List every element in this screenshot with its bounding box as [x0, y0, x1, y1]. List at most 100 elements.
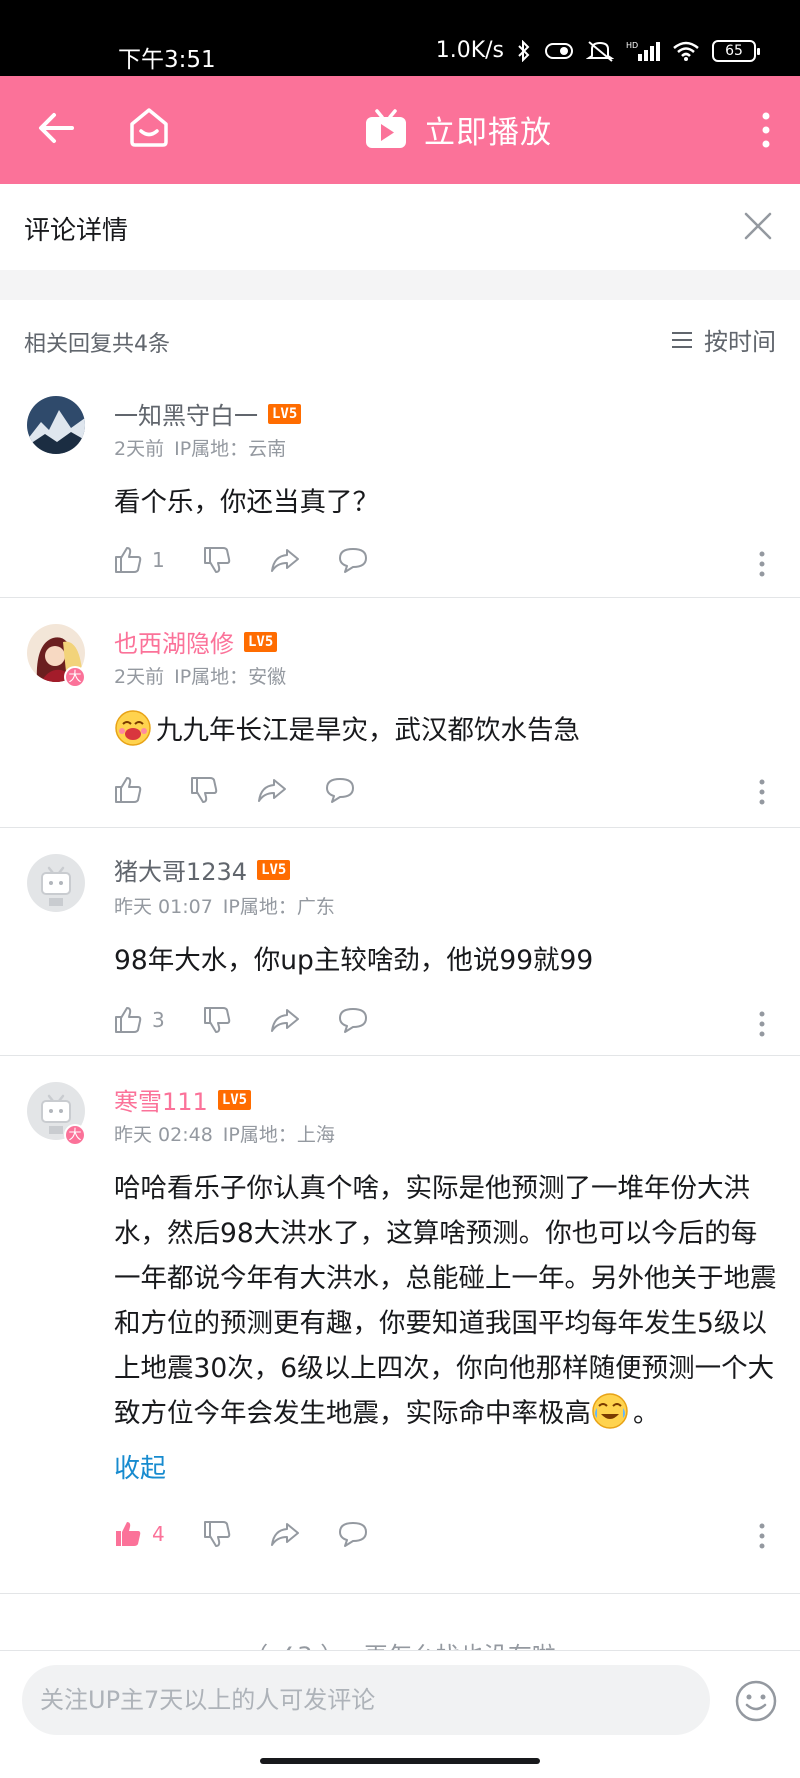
more-vertical-icon[interactable]	[758, 1522, 766, 1550]
more-vertical-icon[interactable]	[758, 550, 766, 578]
reply-button[interactable]	[337, 1518, 369, 1550]
like-count: 1	[152, 548, 165, 572]
comment-text-end: 。	[633, 1398, 660, 1429]
reply-button[interactable]	[337, 544, 369, 576]
divider-band	[0, 270, 800, 300]
share-button[interactable]	[269, 1518, 301, 1550]
comment-text: 98年大水，你up主较啥劲，他说99就99	[114, 945, 594, 976]
annual-vip-badge: 大	[64, 1124, 86, 1146]
nfc-icon	[545, 42, 573, 59]
svg-text:HD: HD	[626, 41, 638, 50]
level-badge: LV5	[244, 631, 278, 652]
home-icon[interactable]	[126, 104, 172, 150]
reply-button[interactable]	[324, 774, 356, 806]
username-text: 猪大哥1234	[114, 858, 248, 886]
sort-label: 按时间	[704, 328, 776, 356]
dislike-button[interactable]	[201, 544, 233, 576]
thumbs-down-icon	[203, 1521, 230, 1547]
dislike-button[interactable]	[201, 1518, 233, 1550]
level-badge: LV5	[257, 859, 291, 880]
username-text: 也西湖隐修	[114, 630, 234, 658]
emoji-picker-icon[interactable]	[734, 1679, 778, 1723]
username[interactable]: 一知黑守白一 LV5	[114, 396, 302, 431]
thumbs-down-icon	[203, 547, 230, 573]
comment-meta: 昨天 01:07 IP属地：广东	[114, 892, 335, 919]
signal-icon: HD	[626, 41, 660, 61]
comment-text: 哈哈看乐子你认真个啥，实际是他预测了一堆年份大洪水，然后98大洪水了，这算啥预测…	[114, 1173, 777, 1429]
avatar[interactable]	[27, 396, 85, 454]
comment-text-block: 哈哈看乐子你认真个啥，实际是他预测了一堆年份大洪水，然后98大洪水了，这算啥预测…	[114, 1166, 780, 1436]
like-count: 4	[152, 1522, 165, 1546]
comment-detail-bar: 评论详情	[0, 184, 800, 270]
thumbs-up-icon	[115, 777, 142, 803]
comment-item: 一知黑守白一 LV5 2天前 IP属地：云南 看个乐，你还当真了？ 1	[0, 374, 800, 598]
comment-bubble-icon	[338, 548, 367, 573]
avatar[interactable]	[27, 854, 85, 912]
comment-item: 大 也西湖隐修 LV5 2天前 IP属地：安徽 九九年长江是旱灾，武汉都饮水告急	[0, 598, 800, 828]
thumbs-down-icon	[203, 1007, 230, 1033]
username-text: 寒雪111	[114, 1088, 208, 1116]
back-arrow-icon[interactable]	[34, 106, 78, 150]
thumbs-up-icon	[115, 547, 142, 573]
collapse-link[interactable]: 收起	[114, 1448, 166, 1485]
share-icon	[270, 1523, 299, 1546]
ip-location: IP属地：广东	[222, 896, 335, 918]
home-indicator[interactable]	[260, 1758, 540, 1764]
play-now-button[interactable]: 立即播放	[364, 104, 552, 154]
comment-bubble-icon	[326, 778, 354, 803]
comment-time: 昨天 01:07	[114, 896, 213, 918]
share-button[interactable]	[256, 774, 288, 806]
comment-input[interactable]	[22, 1665, 710, 1735]
thumbs-up-icon	[115, 1007, 142, 1033]
tv-play-icon	[366, 109, 406, 148]
wifi-icon	[673, 41, 699, 61]
more-vertical-icon[interactable]	[758, 778, 766, 806]
battery-icon: 65	[712, 39, 760, 62]
comment-meta: 昨天 02:48 IP属地：上海	[114, 1120, 335, 1147]
ip-location: IP属地：安徽	[174, 666, 287, 688]
comment-bubble-icon	[338, 1522, 367, 1547]
like-button[interactable]: 1	[112, 544, 165, 576]
comment-text-line: 九九年长江是旱灾，武汉都饮水告急	[114, 708, 780, 753]
comment-meta: 2天前 IP属地：安徽	[114, 662, 286, 689]
comment-actions	[112, 774, 392, 806]
dislike-button[interactable]	[188, 774, 220, 806]
dislike-button[interactable]	[201, 1004, 233, 1036]
share-icon	[270, 1009, 299, 1032]
like-button[interactable]: 3	[112, 1004, 165, 1036]
comment-time: 2天前	[114, 438, 165, 460]
list-icon	[672, 331, 692, 348]
username[interactable]: 寒雪111 LV5	[114, 1082, 252, 1117]
comment-actions: 3	[112, 1004, 405, 1036]
like-button[interactable]: 4	[112, 1518, 165, 1550]
share-button[interactable]	[269, 1004, 301, 1036]
like-count: 3	[152, 1008, 165, 1032]
ip-location: IP属地：云南	[174, 438, 287, 460]
close-icon[interactable]	[740, 208, 776, 244]
sort-by-time-button[interactable]: 按时间	[670, 322, 776, 357]
username[interactable]: 也西湖隐修 LV5	[114, 624, 278, 659]
mute-icon	[586, 40, 614, 62]
more-vertical-icon[interactable]	[758, 1010, 766, 1038]
drooling-emoji-icon	[115, 710, 151, 746]
comment-time: 昨天 02:48	[114, 1124, 213, 1146]
status-icons: 1.0K/s HD 65	[435, 38, 760, 63]
username-text: 一知黑守白一	[114, 402, 258, 430]
reply-button[interactable]	[337, 1004, 369, 1036]
reply-count: 相关回复共4条	[24, 332, 170, 357]
end-of-list-text: （ ∠3 ）_ 再怎么找也没有啦	[0, 1630, 800, 1652]
thumbs-down-icon	[191, 777, 218, 803]
comment-time: 2天前	[114, 666, 165, 688]
more-vertical-icon[interactable]	[760, 112, 772, 148]
username[interactable]: 猪大哥1234 LV5	[114, 852, 291, 887]
status-bar: 下午3:51 1.0K/s HD 65	[0, 0, 800, 76]
share-button[interactable]	[269, 544, 301, 576]
net-speed: 1.0K/s	[435, 38, 504, 63]
annual-vip-badge: 大	[64, 666, 86, 688]
comment-item: 大 寒雪111 LV5 昨天 02:48 IP属地：上海 哈哈看乐子你认真个啥，实…	[0, 1056, 800, 1594]
laughing-tears-emoji-icon	[592, 1393, 628, 1429]
like-button[interactable]	[112, 774, 152, 806]
comment-actions: 4	[112, 1518, 405, 1550]
thumbs-up-filled-icon	[116, 1522, 141, 1546]
mountain-avatar-image	[27, 396, 85, 454]
